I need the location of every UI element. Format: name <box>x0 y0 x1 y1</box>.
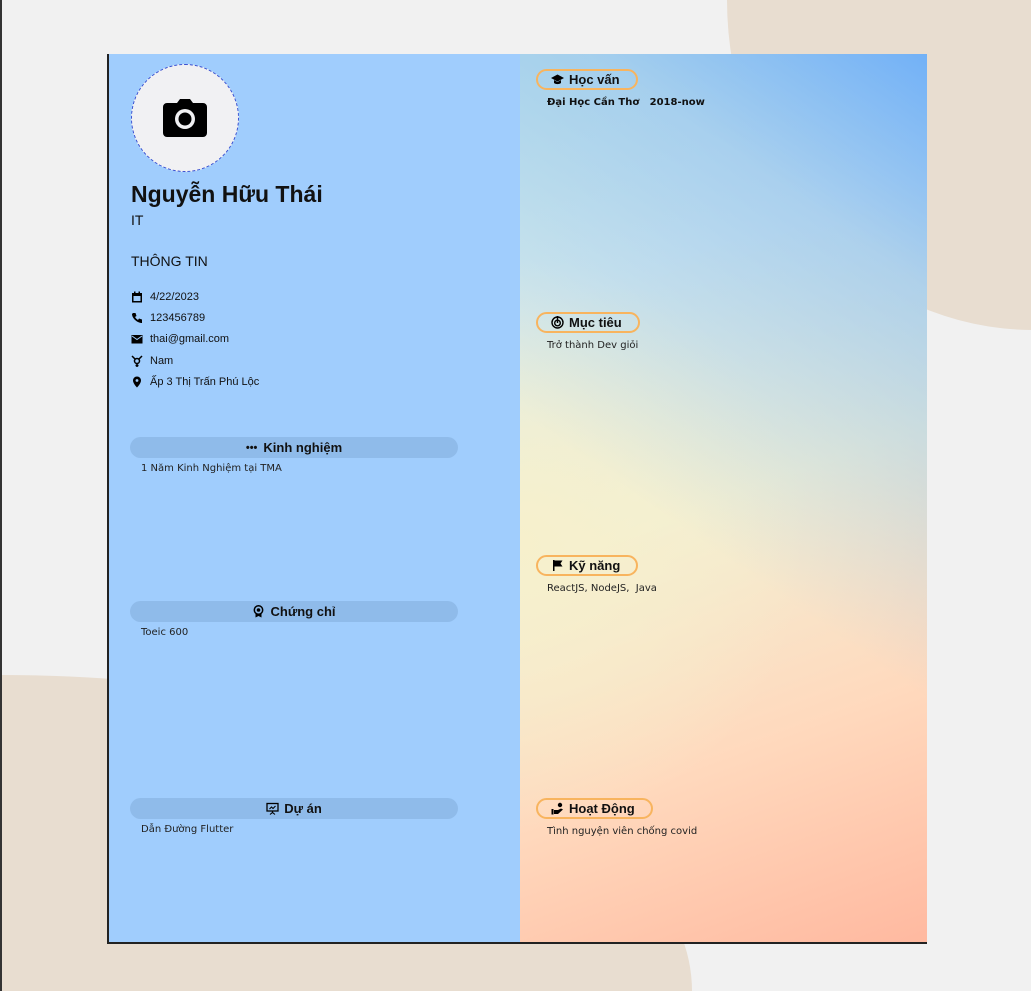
avatar-upload[interactable] <box>131 64 239 172</box>
section-header: Hoạt Động <box>536 798 653 819</box>
info-email: thai@gmail.com <box>131 329 259 350</box>
presentation-icon <box>266 802 279 815</box>
section-text: Đại Học Cần Thơ 2018-now <box>547 97 705 108</box>
camera-icon <box>163 99 207 137</box>
volunteer-icon <box>551 802 563 815</box>
info-address: Ấp 3 Thị Trấn Phú Lộc <box>131 371 259 392</box>
location-pin-icon <box>133 376 141 388</box>
section-objective: Mục tiêu Trở thành Dev giỏi <box>536 312 640 351</box>
calendar-icon <box>132 291 142 303</box>
section-header: Chứng chỉ <box>130 601 458 622</box>
section-skills: Kỹ năng ReactJS, NodeJS, Java <box>536 555 657 594</box>
section-header: Học vấn <box>536 69 638 90</box>
birthday-text: 4/22/2023 <box>150 290 199 303</box>
graduation-cap-icon <box>551 74 564 85</box>
left-column: Nguyễn Hữu Thái IT THÔNG TIN 4/22/2023 1… <box>109 54 520 942</box>
address-text: Ấp 3 Thị Trấn Phú Lộc <box>150 375 260 388</box>
section-text: Trở thành Dev giỏi <box>547 340 639 351</box>
info-phone: 123456789 <box>131 307 259 328</box>
section-text: 1 Năm Kinh Nghiệm tại TMA <box>141 463 282 474</box>
info-heading: THÔNG TIN <box>131 253 208 269</box>
profile-name: Nguyễn Hữu Thái <box>131 181 323 207</box>
section-education: Học vấn Đại Học Cần Thơ 2018-now <box>536 69 705 108</box>
section-title: Mục tiêu <box>569 315 622 330</box>
award-icon <box>254 605 264 618</box>
section-header: Kỹ năng <box>536 555 639 576</box>
mail-icon <box>131 335 143 344</box>
section-header: ••• Kinh nghiệm <box>130 437 458 458</box>
section-title: Chứng chỉ <box>270 604 336 619</box>
section-projects: Dự án Dẫn Đường Flutter <box>130 798 458 835</box>
section-certificates: Chứng chỉ Toeic 600 <box>130 601 458 638</box>
gender-text: Nam <box>150 354 174 367</box>
section-title: Kỹ năng <box>569 558 621 573</box>
flag-icon <box>553 560 563 571</box>
section-title: Dự án <box>284 801 322 816</box>
section-text: Toeic 600 <box>141 627 189 638</box>
section-text: ReactJS, NodeJS, Java <box>547 583 657 594</box>
section-header: Mục tiêu <box>536 312 640 333</box>
gender-icon <box>131 355 143 367</box>
section-experience: ••• Kinh nghiệm 1 Năm Kinh Nghiệm tại TMA <box>130 437 458 474</box>
info-list: 4/22/2023 123456789 thai@gmail.com Nam Ấ… <box>131 286 259 392</box>
section-activities: Hoạt Động Tình nguyện viên chống covid <box>536 798 697 837</box>
profile-role: IT <box>131 212 144 228</box>
section-title: Kinh nghiệm <box>263 440 343 455</box>
info-birthday: 4/22/2023 <box>131 286 259 307</box>
phone-text: 123456789 <box>150 311 206 324</box>
section-header: Dự án <box>130 798 458 819</box>
right-column: Học vấn Đại Học Cần Thơ 2018-now Mục tiê… <box>520 54 927 942</box>
section-text: Tình nguyện viên chống covid <box>547 826 698 837</box>
phone-icon <box>132 312 142 323</box>
section-title: Học vấn <box>569 72 620 87</box>
section-text: Dẫn Đường Flutter <box>141 824 234 835</box>
info-gender: Nam <box>131 350 259 371</box>
cv-page: Nguyễn Hữu Thái IT THÔNG TIN 4/22/2023 1… <box>107 54 927 944</box>
section-title: Hoạt Động <box>569 801 635 816</box>
dots-icon: ••• <box>245 441 258 454</box>
target-icon <box>551 316 564 329</box>
email-text: thai@gmail.com <box>150 333 230 346</box>
